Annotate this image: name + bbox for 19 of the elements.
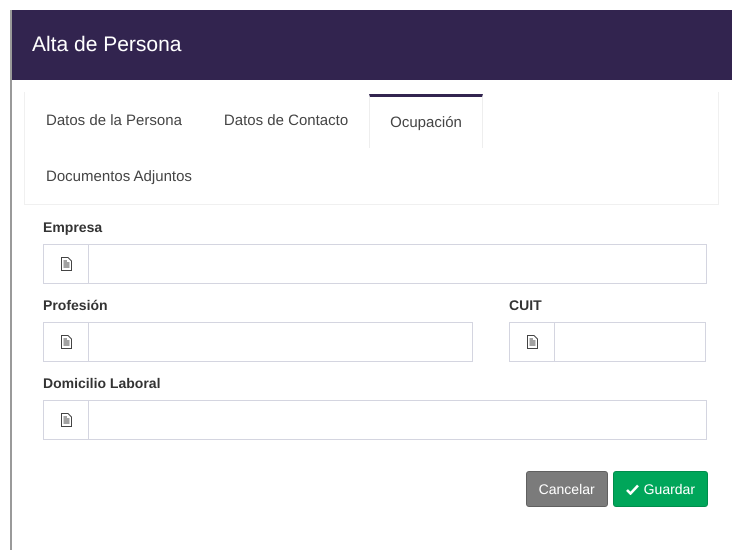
input-field[interactable]: [43, 244, 707, 284]
check-icon: [626, 484, 639, 494]
field-label: Domicilio Laboral: [43, 375, 162, 391]
field-label: Profesión: [43, 297, 109, 313]
document-icon: [60, 413, 72, 427]
tab[interactable]: Datos de la Persona: [25, 92, 203, 148]
field-label: Empresa: [43, 219, 104, 235]
dialog-title: Alta de Persona: [32, 33, 182, 57]
cancel-button[interactable]: Cancelar: [526, 471, 608, 507]
document-icon: [60, 257, 72, 271]
document-icon: [60, 335, 72, 349]
input-field[interactable]: [509, 322, 706, 362]
tab[interactable]: Documentos Adjuntos: [25, 148, 213, 204]
input-field[interactable]: [43, 400, 707, 440]
tab[interactable]: Ocupación: [369, 94, 483, 148]
document-icon: [526, 335, 538, 349]
tab[interactable]: Datos de Contacto: [202, 92, 370, 148]
field-label: CUIT: [509, 297, 543, 313]
input-field[interactable]: [43, 322, 473, 362]
